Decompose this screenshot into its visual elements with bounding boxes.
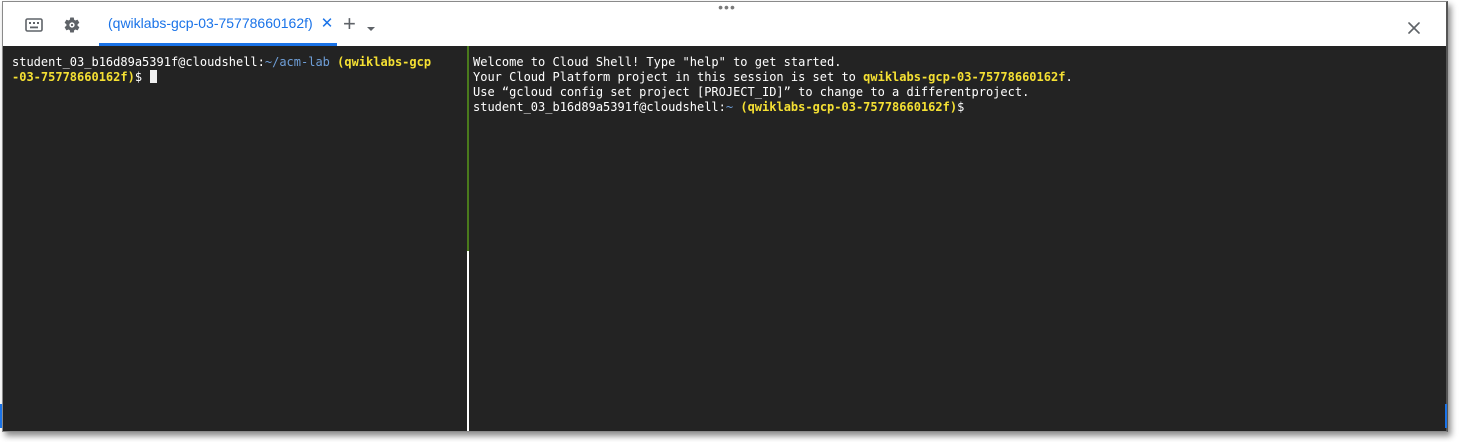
hint-line: Use “gcloud config set project [PROJECT_… (473, 85, 1030, 99)
terminal-pane-left[interactable]: student_03_b16d89a5391f@cloudshell:~/acm… (3, 46, 467, 431)
terminal-cursor (150, 70, 158, 83)
project-id: qwiklabs-gcp-03-75778660162f (863, 70, 1066, 84)
chevron-down-icon[interactable] (367, 27, 375, 31)
prompt-symbol: $ (134, 70, 143, 84)
drag-handle-icon[interactable]: ••• (715, 2, 739, 14)
terminal-pane-right[interactable]: Welcome to Cloud Shell! Type "help" to g… (469, 46, 1446, 431)
prompt-line-continued: -03-75778660162f)$ (12, 70, 467, 85)
keyboard-icon[interactable] (23, 14, 45, 36)
add-tab-button[interactable]: + (343, 13, 356, 35)
project-line-prefix: Your Cloud Platform project in this sess… (473, 70, 864, 84)
prompt-user-host: student_03_b16d89a5391f@cloudshell: (12, 55, 265, 69)
gear-icon[interactable] (61, 14, 83, 36)
window-edge-accent-left (0, 404, 2, 428)
close-icon[interactable] (1408, 21, 1420, 39)
tab-terminal-session[interactable]: (qwiklabs-gcp-03-75778660162f) ✕ (99, 2, 337, 46)
tab-close-icon[interactable]: ✕ (321, 14, 334, 32)
prompt-symbol: $ (957, 100, 965, 114)
prompt-project-part2: -03-75778660162f) (12, 70, 135, 84)
prompt-path: ~ (725, 100, 734, 114)
prompt-path: ~/acm-lab (264, 55, 330, 69)
cloud-shell-toolbar: ••• (qwiklabs-gcp-03-75778660162f) ✕ + (3, 2, 1446, 46)
window-edge-accent (1445, 404, 1447, 428)
welcome-line: Welcome to Cloud Shell! Type "help" to g… (473, 55, 842, 69)
terminal-area[interactable]: student_03_b16d89a5391f@cloudshell:~/acm… (3, 46, 1446, 431)
prompt-project: (qwiklabs-gcp-03-75778660162f) (740, 100, 958, 114)
prompt-line: student_03_b16d89a5391f@cloudshell:~ (qw… (473, 100, 1446, 115)
prompt-line: student_03_b16d89a5391f@cloudshell:~/acm… (12, 55, 467, 70)
prompt-project-part1: (qwiklabs-gcp (337, 55, 432, 69)
cloud-shell-window: ••• (qwiklabs-gcp-03-75778660162f) ✕ + s… (2, 1, 1448, 432)
tab-label: (qwiklabs-gcp-03-75778660162f) (108, 14, 313, 31)
project-line-suffix: . (1065, 70, 1073, 84)
project-line: Your Cloud Platform project in this sess… (473, 70, 1446, 85)
prompt-user-host: student_03_b16d89a5391f@cloudshell: (473, 100, 726, 114)
